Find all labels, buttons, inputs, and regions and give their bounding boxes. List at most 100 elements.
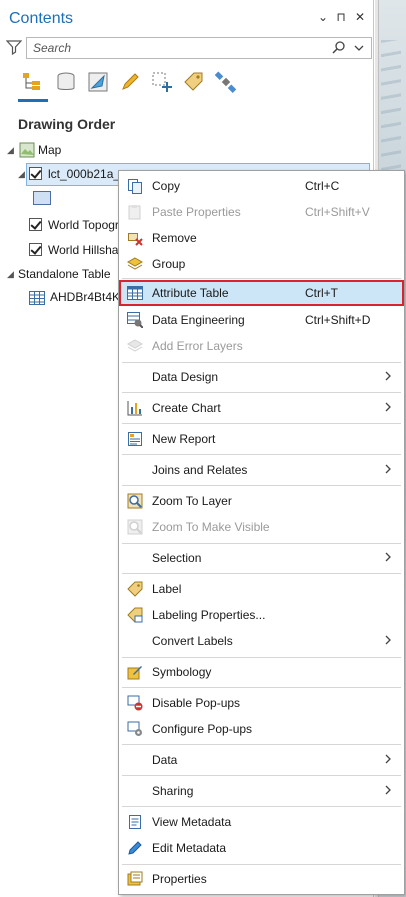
tab-data-source[interactable] [52, 66, 80, 98]
menu-item-sharing[interactable]: Sharing [119, 778, 404, 804]
chevron-right-icon [385, 754, 391, 764]
layer-visibility-checkbox[interactable] [29, 167, 42, 180]
tree-label: World Hillsha [48, 243, 119, 257]
menu-label: Labeling Properties... [152, 608, 266, 622]
properties-icon [127, 871, 143, 886]
menu-item-joins-and-relates[interactable]: Joins and Relates [119, 457, 404, 483]
tab-drawing-order[interactable] [18, 66, 48, 102]
chevron-right-icon [385, 371, 391, 381]
attribute-table-icon [127, 286, 143, 300]
collapse-icon[interactable]: ◢ [18, 170, 26, 179]
menu-item-zoom-to-make-visible[interactable]: Zoom To Make Visible [119, 514, 404, 540]
menu-label: View Metadata [152, 815, 232, 829]
search-icon[interactable] [331, 40, 347, 56]
chevron-right-icon [385, 785, 391, 795]
menu-label: Zoom To Layer [152, 494, 232, 508]
chevron-right-icon [385, 635, 391, 645]
menu-label: New Report [152, 432, 216, 446]
menu-item-view-metadata[interactable]: View Metadata [119, 809, 404, 835]
zoom-to-visible-icon [127, 519, 143, 535]
menu-separator [122, 573, 401, 574]
collapse-icon[interactable]: ◢ [7, 146, 15, 155]
report-icon [128, 432, 142, 446]
chevron-right-icon [385, 402, 391, 412]
menu-item-copy[interactable]: Copy Ctrl+C [119, 173, 404, 199]
menu-item-configure-popups[interactable]: Configure Pop-ups [119, 716, 404, 742]
menu-separator [122, 278, 401, 279]
menu-item-zoom-to-layer[interactable]: Zoom To Layer [119, 488, 404, 514]
remove-icon [128, 233, 143, 246]
filter-icon[interactable] [6, 39, 22, 55]
menu-label: Symbology [152, 665, 212, 679]
paste-properties-icon [128, 205, 141, 220]
menu-separator [122, 657, 401, 658]
menu-item-disable-popups[interactable]: Disable Pop-ups [119, 690, 404, 716]
menu-separator [122, 423, 401, 424]
layer-visibility-checkbox[interactable] [29, 243, 42, 256]
menu-item-attribute-table[interactable]: Attribute Table Ctrl+T [119, 280, 404, 306]
pane-options-icon[interactable]: ⌄ [316, 10, 330, 24]
menu-item-data-engineering[interactable]: Data Engineering Ctrl+Shift+D [119, 307, 404, 333]
menu-item-properties[interactable]: Properties [119, 866, 404, 892]
pencil-icon [122, 73, 139, 90]
view-metadata-icon [129, 815, 141, 829]
menu-item-data-design[interactable]: Data Design [119, 364, 404, 390]
group-icon [127, 257, 143, 270]
layer-symbol[interactable] [33, 191, 51, 205]
menu-label: Edit Metadata [152, 841, 227, 855]
menu-item-label[interactable]: Label [119, 576, 404, 602]
chevron-down-icon[interactable] [353, 41, 365, 55]
selection-icon [88, 72, 108, 92]
satellite-icon [214, 71, 237, 93]
menu-label: Group [152, 257, 186, 271]
pin-icon[interactable]: ⊓ [334, 10, 348, 24]
add-error-layers-icon [127, 339, 143, 352]
menu-separator [122, 687, 401, 688]
menu-item-new-report[interactable]: New Report [119, 426, 404, 452]
chart-icon [127, 401, 142, 416]
drawing-order-icon [23, 73, 40, 90]
tab-snapping[interactable] [148, 66, 176, 98]
menu-item-convert-labels[interactable]: Convert Labels [119, 628, 404, 654]
menu-item-labeling-properties[interactable]: Labeling Properties... [119, 602, 404, 628]
data-engineering-icon [127, 312, 143, 328]
collapse-icon[interactable]: ◢ [7, 270, 15, 279]
menu-label: Paste Properties [152, 205, 241, 219]
menu-item-symbology[interactable]: Symbology [119, 659, 404, 685]
menu-item-add-error-layers[interactable]: Add Error Layers [119, 333, 404, 359]
tree-label: World Topogr [48, 218, 119, 232]
disable-popups-icon [127, 695, 143, 711]
menu-label: Convert Labels [152, 634, 233, 648]
menu-label: Properties [152, 872, 207, 886]
configure-popups-icon [127, 721, 142, 736]
tab-perspective[interactable] [212, 66, 240, 98]
menu-item-group[interactable]: Group [119, 251, 404, 277]
tab-labeling[interactable] [180, 66, 208, 98]
menu-item-create-chart[interactable]: Create Chart [119, 395, 404, 421]
label-tag-icon [184, 72, 203, 91]
menu-shortcut: Ctrl+Shift+V [305, 205, 370, 219]
menu-item-data[interactable]: Data [119, 747, 404, 773]
close-icon[interactable]: ✕ [353, 10, 367, 24]
menu-item-edit-metadata[interactable]: Edit Metadata [119, 835, 404, 861]
zoom-to-layer-icon [127, 493, 143, 509]
menu-label: Remove [152, 231, 197, 245]
menu-item-selection[interactable]: Selection [119, 545, 404, 571]
search-input[interactable] [33, 40, 323, 56]
menu-label: Create Chart [152, 401, 221, 415]
menu-separator [122, 485, 401, 486]
tab-selection[interactable] [84, 66, 112, 98]
layer-visibility-checkbox[interactable] [29, 218, 42, 231]
table-icon [29, 290, 45, 305]
snapping-icon [152, 72, 172, 92]
menu-label: Data Design [152, 370, 219, 384]
menu-separator [122, 454, 401, 455]
menu-label: Zoom To Make Visible [152, 520, 270, 534]
menu-item-paste-properties[interactable]: Paste Properties Ctrl+Shift+V [119, 199, 404, 225]
tab-editing[interactable] [116, 66, 144, 98]
edit-metadata-icon [128, 841, 142, 855]
menu-separator [122, 864, 401, 865]
symbology-icon [127, 666, 142, 680]
search-box[interactable] [26, 37, 372, 59]
menu-item-remove[interactable]: Remove [119, 225, 404, 251]
